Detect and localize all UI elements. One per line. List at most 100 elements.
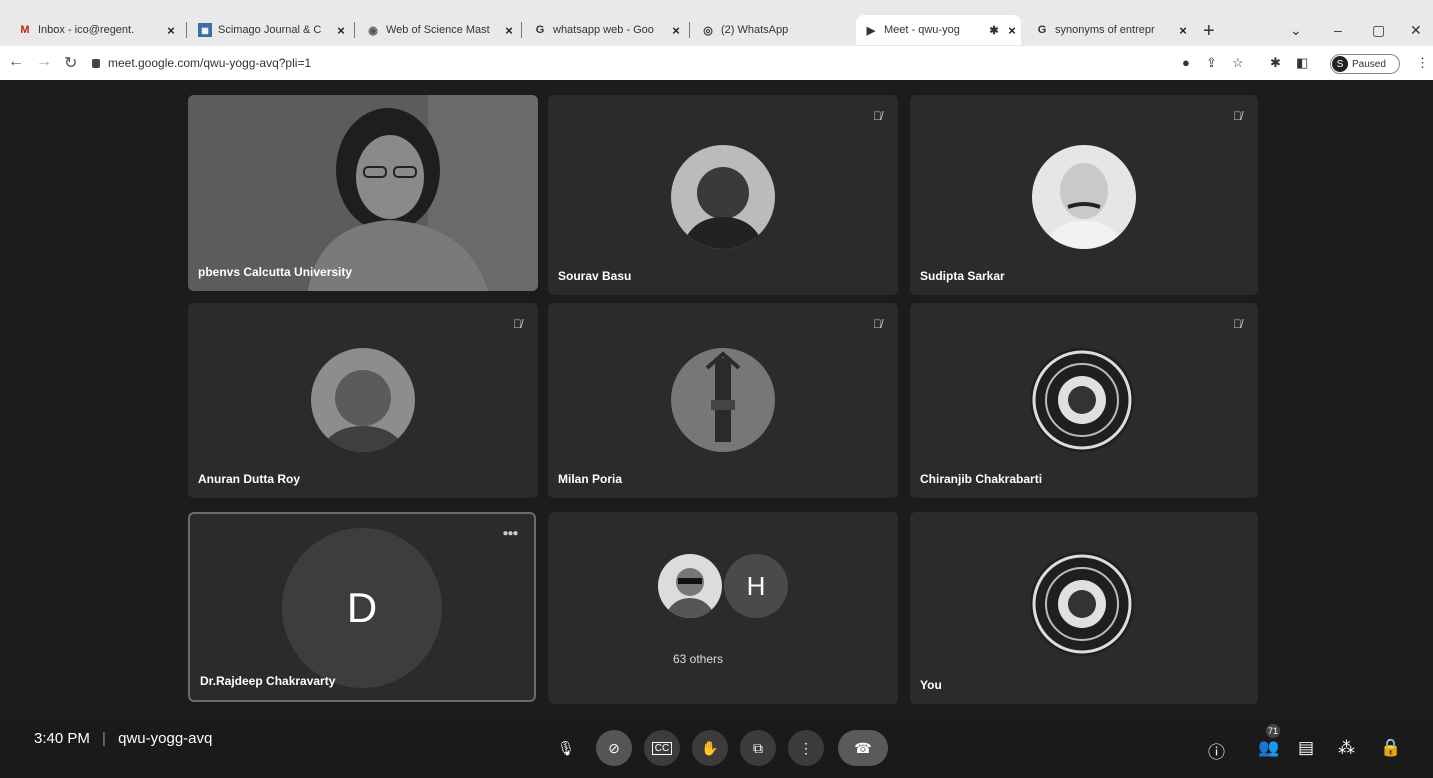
lock-icon <box>92 59 100 68</box>
google-icon: G <box>1037 24 1047 36</box>
participant-tile[interactable]: 🎙̸ Milan Poria <box>548 303 898 498</box>
avatar-initial: H <box>746 570 766 601</box>
leave-call-button[interactable]: ☎ <box>838 730 888 766</box>
avatar <box>311 348 415 452</box>
tab-whatsapp-search[interactable]: G whatsapp web - Goo × <box>525 15 685 45</box>
present-button[interactable]: ⧉ <box>740 730 776 766</box>
close-icon[interactable]: × <box>1003 23 1021 38</box>
close-icon[interactable]: × <box>500 23 518 38</box>
browser-tab-strip: M Inbox - ico@regent. × ▦ Scimago Journa… <box>0 0 1433 46</box>
participant-name: Milan Poria <box>558 472 623 486</box>
speaking-indicator-icon: ⦁⦁⦁ <box>503 528 518 539</box>
participant-name: You <box>920 678 942 692</box>
participant-tile[interactable]: 🎙̸ Sourav Basu <box>548 95 898 295</box>
microphone-button[interactable]: 🎙 <box>548 730 584 766</box>
hand-icon: ✋ <box>701 739 719 756</box>
address-bar[interactable]: meet.google.com/qwu-yogg-avq?pli=1 <box>92 56 311 70</box>
camera-off-button[interactable]: ⊘ <box>596 730 632 766</box>
tab-label: Scimago Journal & C <box>218 24 322 36</box>
mic-off-icon: 🎙̸ <box>1233 317 1242 331</box>
maximize-icon[interactable]: ▢ <box>1372 22 1385 39</box>
present-screen-icon: ⧉ <box>753 739 763 756</box>
participant-name: Anuran Dutta Roy <box>198 472 300 486</box>
clock-time: 3:40 PM <box>34 730 90 747</box>
profile-status: Paused <box>1352 58 1386 70</box>
avatar: D <box>282 528 442 688</box>
bookmark-star-icon[interactable]: ☆ <box>1232 55 1244 71</box>
more-vert-icon: ⋮ <box>799 739 813 756</box>
close-icon[interactable]: × <box>1174 23 1192 38</box>
audio-playing-icon: ✱ <box>989 24 999 37</box>
end-call-icon: ☎ <box>854 739 872 756</box>
participant-video <box>188 95 538 291</box>
url-text: meet.google.com/qwu-yogg-avq?pli=1 <box>108 56 312 70</box>
host-controls-lock-icon[interactable]: 🔒 <box>1380 738 1401 758</box>
more-vert-icon[interactable]: ⋮ <box>1416 55 1429 71</box>
wos-icon: ◉ <box>368 24 378 37</box>
google-icon: G <box>535 24 545 36</box>
meeting-info: 3:40 PM | qwu-yogg-avq <box>34 730 212 747</box>
window-close-icon[interactable]: ✕ <box>1410 22 1422 39</box>
close-icon[interactable]: × <box>162 23 180 38</box>
camera-off-icon: ⊘ <box>608 739 620 756</box>
tab-meet[interactable]: ▶ Meet - qwu-yog ✱ × <box>856 15 1021 45</box>
forward-icon[interactable]: → <box>36 53 52 71</box>
participant-tile[interactable]: 🎙̸ Anuran Dutta Roy <box>188 303 538 498</box>
scimago-icon: ▦ <box>198 23 212 37</box>
others-tile[interactable]: H 63 others <box>548 512 898 704</box>
participant-count-badge: 71 <box>1266 724 1280 738</box>
participant-tile[interactable]: ⦁⦁⦁ D Dr.Rajdeep Chakravarty <box>188 512 536 702</box>
side-panel-icon[interactable]: ◧ <box>1296 55 1308 71</box>
share-icon[interactable]: ⇪ <box>1206 55 1217 71</box>
new-tab-icon[interactable]: + <box>1203 20 1215 43</box>
reload-icon[interactable]: ↻ <box>64 53 77 73</box>
participant-name: Chiranjib Chakrabarti <box>920 472 1043 486</box>
people-icon[interactable]: 👥 <box>1258 738 1279 758</box>
tab-separator <box>186 22 187 38</box>
meet-icon: ▶ <box>866 24 876 37</box>
chat-icon[interactable]: ▤ <box>1298 738 1314 758</box>
participant-name: Sudipta Sarkar <box>920 269 1005 283</box>
tab-synonyms[interactable]: G synonyms of entrepr × <box>1027 15 1192 45</box>
tab-gmail[interactable]: M Inbox - ico@regent. × <box>10 15 180 45</box>
mic-off-icon: 🎙̸ <box>1233 109 1242 123</box>
tab-web-of-science[interactable]: ◉ Web of Science Mast × <box>358 15 518 45</box>
meeting-code: qwu-yogg-avq <box>118 730 213 747</box>
avatar <box>671 348 775 452</box>
avatar <box>1032 145 1136 249</box>
captions-icon: CC <box>651 741 673 755</box>
microphone-icon: 🎙 <box>557 739 575 756</box>
close-icon[interactable]: × <box>667 23 685 38</box>
meeting-stage: pbenvs Calcutta University 🎙̸ Sourav Bas… <box>0 80 1433 778</box>
tab-scimago[interactable]: ▦ Scimago Journal & C × <box>190 15 350 45</box>
meeting-control-bar: 3:40 PM | qwu-yogg-avq 🎙 ⊘ CC ✋ ⧉ ⋮ ☎ ⓘ … <box>0 718 1433 778</box>
tab-search-chevron-icon[interactable]: ⌄ <box>1290 22 1302 39</box>
raise-hand-button[interactable]: ✋ <box>692 730 728 766</box>
meeting-details-icon[interactable]: ⓘ <box>1208 738 1225 763</box>
back-icon[interactable]: ← <box>8 53 24 71</box>
tab-label: Meet - qwu-yog <box>884 24 960 36</box>
mic-off-icon: 🎙̸ <box>873 317 882 331</box>
profile-button[interactable]: S Paused <box>1330 54 1400 74</box>
whatsapp-icon: ◎ <box>703 24 713 37</box>
more-options-button[interactable]: ⋮ <box>788 730 824 766</box>
extensions-icon[interactable]: ✱ <box>1270 55 1281 71</box>
tab-label: Inbox - ico@regent. <box>38 24 135 36</box>
gmail-icon: M <box>20 24 30 36</box>
tab-separator <box>521 22 522 38</box>
captions-button[interactable]: CC <box>644 730 680 766</box>
participant-tile[interactable]: 🎙̸ Sudipta Sarkar <box>910 95 1258 295</box>
others-count: 63 others <box>672 652 724 666</box>
avatar-initial: D <box>346 584 378 631</box>
participant-tile[interactable]: pbenvs Calcutta University <box>188 95 538 291</box>
camera-in-use-icon[interactable]: ● <box>1182 55 1190 70</box>
self-tile[interactable]: You <box>910 512 1258 704</box>
participant-tile[interactable]: 🎙̸ Chiranjib Chakrabarti <box>910 303 1258 498</box>
tab-label: whatsapp web - Goo <box>553 24 654 36</box>
minimize-icon[interactable]: – <box>1334 22 1342 38</box>
close-icon[interactable]: × <box>332 23 350 38</box>
foundation-logo-avatar <box>1030 552 1134 656</box>
activities-icon[interactable]: ⁂ <box>1338 738 1355 758</box>
avatar <box>658 554 722 618</box>
browser-toolbar: ← → ↻ meet.google.com/qwu-yogg-avq?pli=1… <box>0 46 1433 80</box>
